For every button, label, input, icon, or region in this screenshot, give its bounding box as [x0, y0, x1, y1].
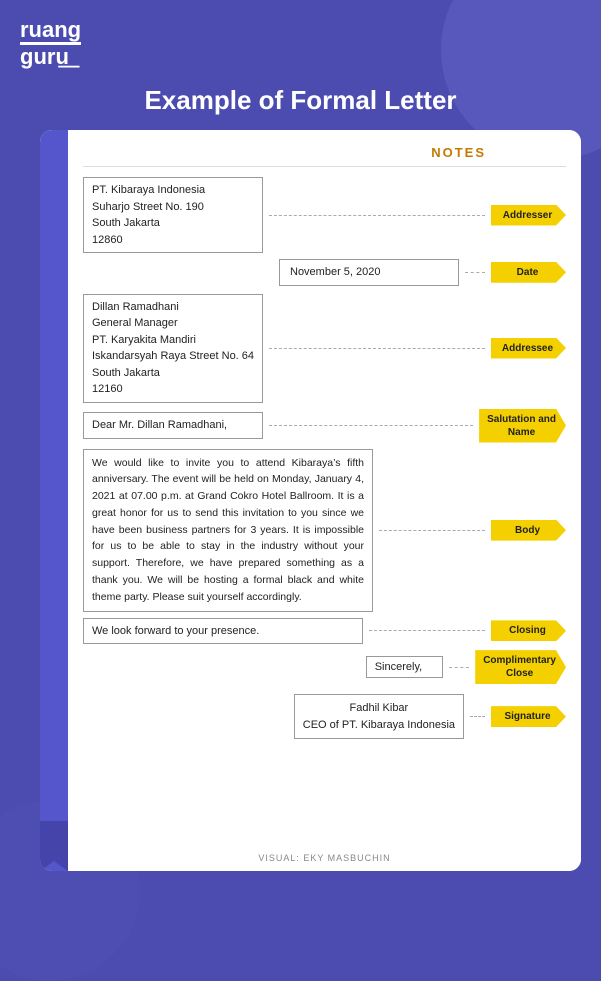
addressee-label: Addressee: [491, 338, 566, 359]
salutation-content: Dear Mr. Dillan Ramadhani,: [83, 412, 263, 439]
notes-header: NOTES: [83, 145, 566, 167]
main-card: NOTES PT. Kibaraya Indonesia Suharjo Str…: [40, 130, 581, 871]
bookmark-bottom: [40, 821, 68, 871]
logo: ruang guru͟: [20, 18, 81, 69]
addressee-content: Dillan Ramadhani General Manager PT. Kar…: [83, 294, 263, 403]
complimentary-label: Complimentary Close: [475, 650, 566, 684]
date-label: Date: [491, 262, 566, 283]
logo-line2: guru: [20, 44, 69, 69]
signature-label: Signature: [491, 706, 566, 727]
complimentary-content: Sincerely,: [366, 656, 443, 678]
closing-content: We look forward to your presence.: [83, 618, 363, 645]
page-title: Example of Formal Letter: [0, 85, 601, 116]
body-content: We would like to invite you to attend Ki…: [83, 449, 373, 612]
addressee-dash: [269, 348, 485, 349]
signature-row: Fadhil Kibar CEO of PT. Kibaraya Indones…: [83, 694, 566, 739]
addressee-row: Dillan Ramadhani General Manager PT. Kar…: [83, 294, 566, 403]
closing-dash: [369, 630, 485, 631]
body-dash: [379, 530, 485, 531]
date-row: November 5, 2020 Date: [83, 259, 566, 286]
signature-dash: [470, 716, 485, 717]
salutation-label: Salutation and Name: [479, 409, 566, 443]
bookmark: [40, 130, 68, 871]
body-row: We would like to invite you to attend Ki…: [83, 449, 566, 612]
salutation-dash: [269, 425, 473, 426]
date-dash: [465, 272, 485, 273]
card-inner: NOTES PT. Kibaraya Indonesia Suharjo Str…: [68, 130, 581, 871]
closing-label: Closing: [491, 620, 566, 641]
addresser-label: Addresser: [491, 205, 566, 226]
logo-line1: ruang: [20, 18, 81, 45]
complimentary-dash: [449, 667, 469, 668]
salutation-row: Dear Mr. Dillan Ramadhani, Salutation an…: [83, 409, 566, 443]
complimentary-row: Sincerely, Complimentary Close: [83, 650, 566, 684]
date-content: November 5, 2020: [279, 259, 459, 286]
addresser-row: PT. Kibaraya Indonesia Suharjo Street No…: [83, 177, 566, 253]
body-label: Body: [491, 520, 566, 541]
addresser-dash: [269, 215, 485, 216]
closing-row: We look forward to your presence. Closin…: [83, 618, 566, 645]
signature-content: Fadhil Kibar CEO of PT. Kibaraya Indones…: [294, 694, 464, 739]
credits: VISUAL: EKY MASBUCHIN: [68, 853, 581, 863]
addresser-content: PT. Kibaraya Indonesia Suharjo Street No…: [83, 177, 263, 253]
